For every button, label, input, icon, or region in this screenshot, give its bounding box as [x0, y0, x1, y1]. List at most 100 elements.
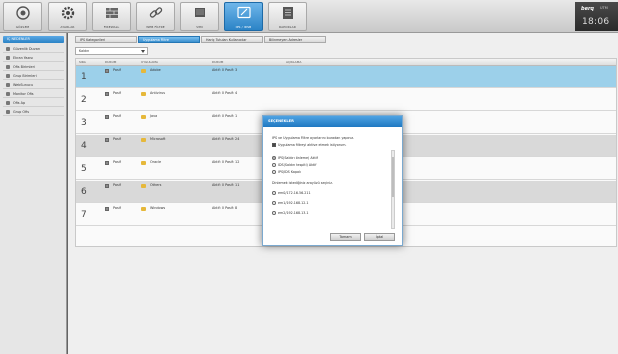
vpn-icon [193, 6, 207, 20]
row-description: Aktif: 0 Pasif: 8 [212, 206, 238, 210]
toolbar-btn-vpn[interactable]: VPN [180, 2, 219, 31]
radio-icon [272, 191, 276, 195]
row-app-name: Adobe [150, 68, 161, 72]
radio-ips-ids-kapali[interactable]: IPS/IDS Kapalı [272, 170, 301, 174]
toolbar-btn-web-filtre[interactable]: WEB FİLTRE [136, 2, 175, 31]
radio-icon [272, 163, 276, 167]
radio-label: em0/172.16.56.211 [278, 191, 311, 195]
row-status: Pasif [113, 68, 121, 72]
row-checkbox[interactable] [105, 69, 109, 73]
radio-interface-em0[interactable]: em0/172.16.56.211 [272, 191, 311, 195]
tab-bilinmeyen-adresler[interactable]: Bilinmeyen Adresler [264, 36, 326, 43]
ok-button[interactable]: Tamam [330, 233, 361, 241]
screen-icon [6, 56, 10, 60]
radio-ips-aktif[interactable]: IPS(Saldırı önleme) Aktif [272, 156, 318, 160]
tab-ips-kategorileri[interactable]: IPS Kategorileri [75, 36, 137, 43]
radio-label: IPS(Saldırı önleme) Aktif [278, 156, 318, 160]
sidebar-item-grup-birimleri[interactable]: Grup Birimleri [3, 72, 64, 80]
sidebar-header[interactable]: IÇ NEDENLER [3, 36, 64, 43]
gear-icon [61, 6, 75, 20]
col-header-sira[interactable]: SIRA [79, 60, 86, 64]
top-toolbar: GÖZLEM AYARLAR FIREWALL WEB FİLTRE VPN I… [0, 0, 618, 33]
row-checkbox[interactable] [105, 207, 109, 211]
sidebar-item-label: Ekran Yazısı [13, 56, 33, 60]
radio-interface-em1[interactable]: em1/192.168.12.1 [272, 201, 308, 205]
row-description: Aktif: 0 Pasif: 12 [212, 160, 240, 164]
row-app-name: Java [150, 114, 158, 118]
table-row[interactable]: 1 Pasif Adobe Aktif: 0 Pasif: 3 [76, 66, 616, 88]
scrollbar-thumb[interactable] [392, 157, 394, 197]
col-header-durum-2[interactable]: DURUM [212, 60, 223, 64]
toolbar-btn-ips-idsb[interactable]: IPS / IDSB [224, 2, 263, 31]
radio-selected-icon [272, 156, 276, 160]
table-header: SIRA DURUM UYGULAMA DURUM AÇIKLAMA [76, 59, 616, 66]
sidebar-item-websunucu[interactable]: WebSunucu [3, 81, 64, 89]
app-window: GÖZLEM AYARLAR FIREWALL WEB FİLTRE VPN I… [0, 0, 618, 354]
row-app-name: Oracle [150, 160, 162, 164]
table-row[interactable]: 2 Pasif Antivirus Aktif: 0 Pasif: 4 [76, 89, 616, 111]
sidebar-item-guvenlik-duvari[interactable]: Güvenlik Duvarı [3, 45, 64, 53]
radio-ids-aktif[interactable]: IDS(Saldırı tespiti) Aktif [272, 163, 316, 167]
folder-icon [141, 138, 146, 142]
clock: 18:06 [582, 17, 610, 27]
sidebar-item-monitor-ofis[interactable]: Monitor Ofis [3, 90, 64, 98]
row-checkbox[interactable] [105, 115, 109, 119]
radio-icon [272, 211, 276, 215]
row-description: Aktif: 0 Pasif: 4 [212, 91, 238, 95]
sidebar-item-ofis-ap[interactable]: Ofis Ap [3, 99, 64, 107]
toolbar-btn-gozlem[interactable]: GÖZLEM [3, 2, 42, 31]
sidebar-item-grup-ofis[interactable]: Grup Ofis [3, 108, 64, 116]
row-checkbox[interactable] [105, 184, 109, 188]
row-checkbox[interactable] [105, 92, 109, 96]
toolbar-label: GÖZLEM [15, 25, 30, 29]
radio-interface-em2[interactable]: em2/192.168.13.1 [272, 211, 308, 215]
sidebar: IÇ NEDENLER Güvenlik Duvarı Ekran Yazısı… [0, 33, 67, 354]
row-number: 5 [81, 164, 87, 174]
col-header-aciklama[interactable]: AÇIKLAMA [286, 60, 301, 64]
sidebar-item-label: Grup Ofis [13, 110, 29, 114]
row-checkbox[interactable] [105, 138, 109, 142]
users-icon [6, 65, 10, 69]
wifi-icon [6, 101, 10, 105]
tab-haric-tutulan-kullanicilar[interactable]: Hariç Tutulan Kullanıcılar [201, 36, 263, 43]
toolbar-btn-ayarlar[interactable]: AYARLAR [48, 2, 87, 31]
toolbar-btn-raporlar[interactable]: RAPORLAR [268, 2, 307, 31]
folder-icon [141, 69, 146, 73]
link-icon [149, 6, 163, 20]
folder-icon [6, 110, 10, 114]
folder-icon [141, 92, 146, 96]
row-checkbox[interactable] [105, 161, 109, 165]
ips-icon [236, 6, 251, 20]
tab-uygulama-filtre[interactable]: Uygulama Filtre [138, 36, 200, 43]
brand-panel: berq UTM 18:06 [575, 2, 618, 31]
shield-icon [6, 47, 10, 51]
toolbar-label: RAPORLAR [279, 25, 296, 29]
row-description: Aktif: 0 Pasif: 3 [212, 68, 238, 72]
col-header-durum[interactable]: DURUM [105, 60, 116, 64]
enable-filter-checkbox[interactable]: Uygulama filtreyi aktive etmek istiyorum… [272, 143, 346, 147]
row-number: 1 [81, 72, 87, 82]
folder-icon [141, 184, 146, 188]
radio-label: IDS(Saldırı tespiti) Aktif [278, 163, 317, 167]
firewall-icon [105, 6, 119, 20]
checkbox-checked-icon [272, 143, 276, 147]
sidebar-item-label: Güvenlik Duvarı [13, 47, 41, 51]
filter-select[interactable]: Kaldırı [75, 47, 148, 55]
sidebar-item-ekran-yazisi[interactable]: Ekran Yazısı [3, 54, 64, 62]
dialog-description: IPS ve Uygulama Filtre ayarlarını burada… [272, 136, 355, 140]
toolbar-label: WEB FİLTRE [146, 25, 165, 29]
group-icon [6, 74, 10, 78]
interface-label: Dinlemek istediğiniz arayüzü seçiniz. [272, 181, 334, 185]
toolbar-btn-firewall[interactable]: FIREWALL [92, 2, 131, 31]
toolbar-label: AYARLAR [60, 25, 75, 29]
row-app-name: Microsoft [150, 137, 166, 141]
dialog-scrollbar[interactable] [391, 150, 395, 229]
sidebar-item-label: Ofis Ap [13, 101, 26, 105]
cancel-button[interactable]: İptal [364, 233, 395, 241]
col-header-uygulama[interactable]: UYGULAMA [141, 60, 158, 64]
folder-icon [141, 161, 146, 165]
toolbar-label: FIREWALL [103, 25, 120, 29]
sidebar-item-ofis-birimleri[interactable]: Ofis Birimleri [3, 63, 64, 71]
row-status: Pasif [113, 206, 121, 210]
options-dialog: SEÇENEKLER IPS ve Uygulama Filtre ayarla… [262, 115, 403, 246]
